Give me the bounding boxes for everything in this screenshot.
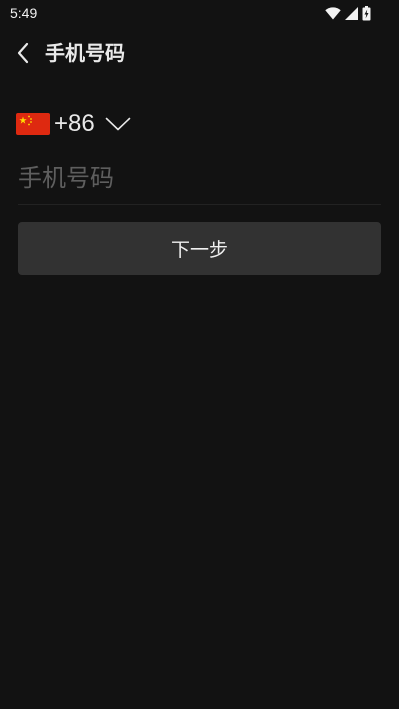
next-button[interactable]: 下一步 [18,222,381,275]
status-icons [325,5,371,21]
china-flag-icon [16,113,50,135]
page-title: 手机号码 [45,41,125,65]
battery-charging-icon [362,5,371,20]
chevron-down-icon[interactable] [105,116,131,132]
phone-number-input[interactable] [18,156,381,200]
country-code-selector[interactable]: +86 [16,106,131,142]
cellular-signal-icon [345,6,358,20]
status-bar: 5:49 [0,0,399,26]
next-button-label: 下一步 [170,239,228,261]
dial-code: +86 [54,110,95,137]
input-divider [18,204,381,205]
wifi-icon [325,6,341,19]
chevron-left-icon[interactable] [10,40,36,66]
status-time: 5:49 [10,5,38,21]
app-bar: 手机号码 [0,30,399,76]
